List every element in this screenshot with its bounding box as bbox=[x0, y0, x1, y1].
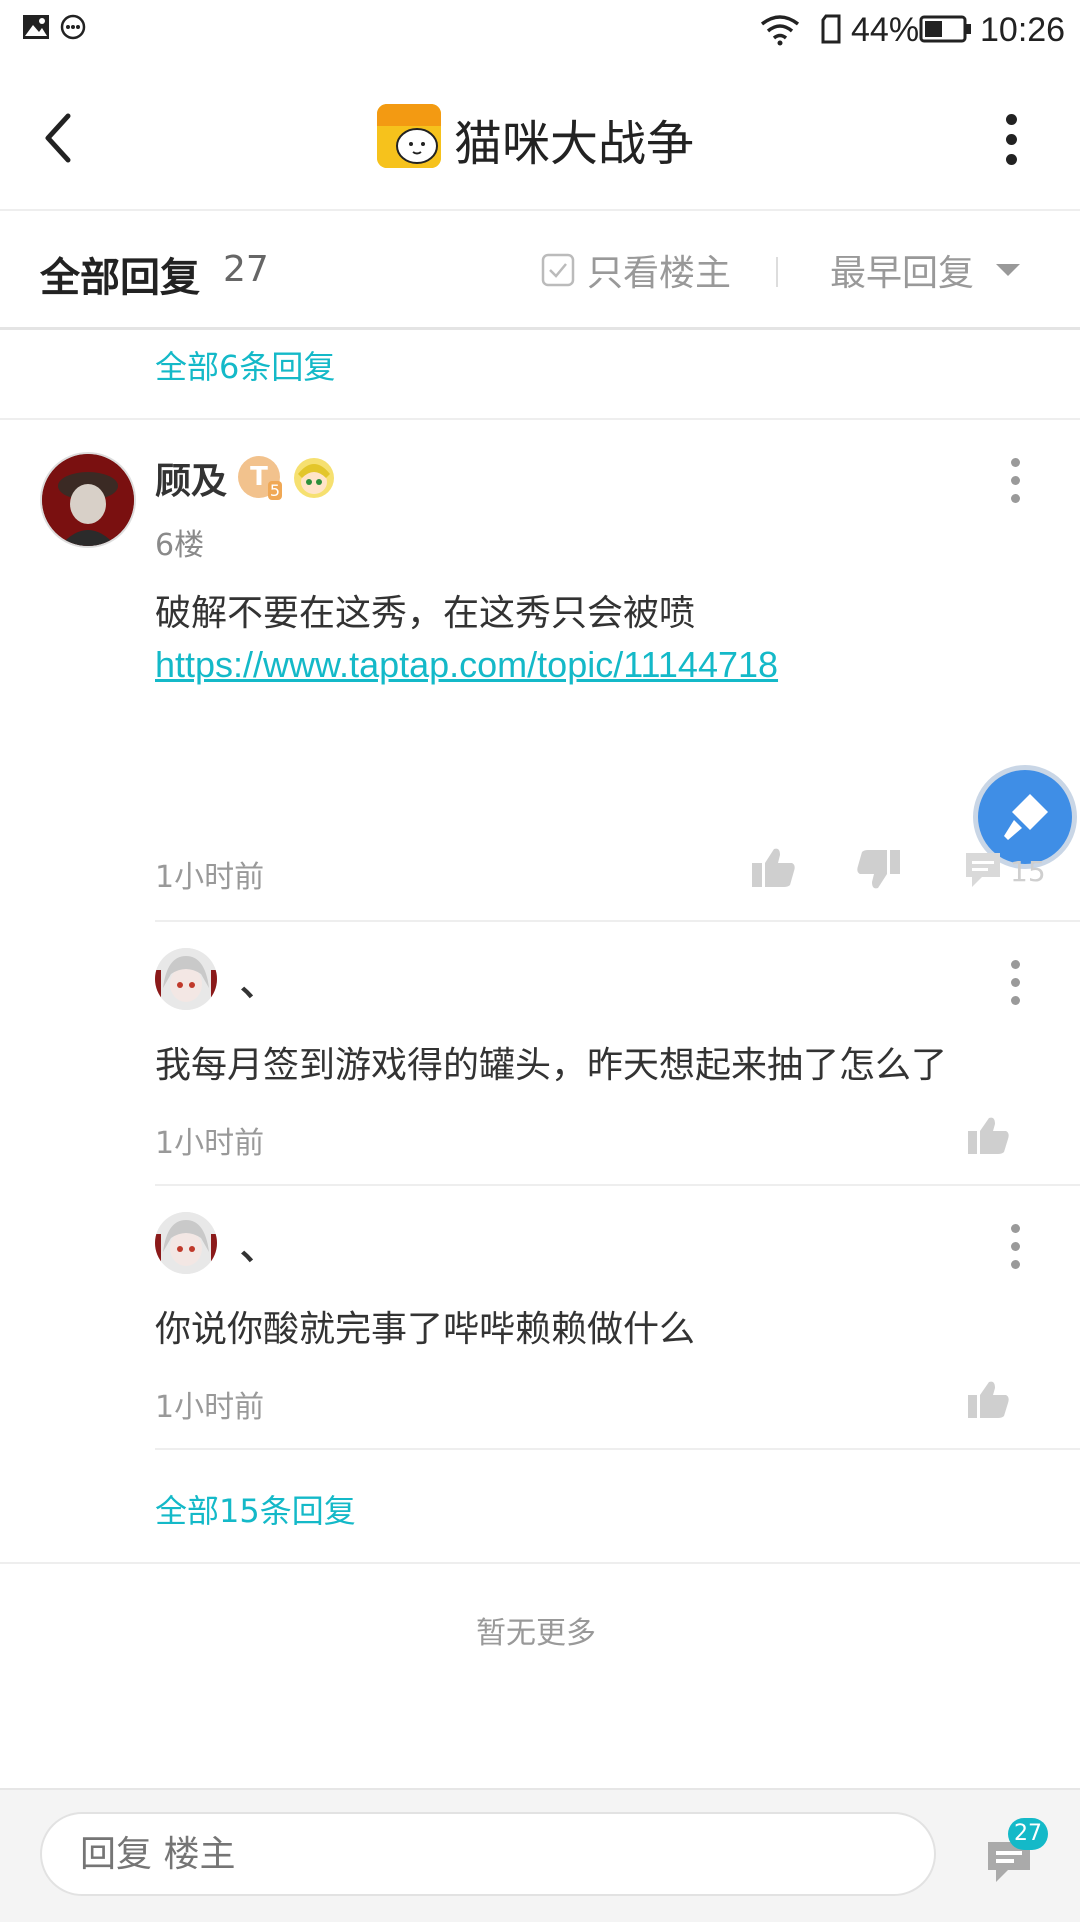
reply-bar: 27 bbox=[0, 1788, 1080, 1922]
previous-all-replies-link[interactable]: 全部6条回复 bbox=[155, 342, 335, 388]
status-bar: 44% 10:26 bbox=[0, 0, 1080, 64]
battery-icon bbox=[919, 15, 971, 43]
all-replies-link[interactable]: 全部15条回复 bbox=[155, 1486, 356, 1532]
game-logo-icon bbox=[377, 104, 441, 168]
all-replies-heading: 全部回复 bbox=[40, 255, 200, 301]
reply-more-options-icon[interactable] bbox=[1005, 1224, 1025, 1278]
page-title: 猫咪大战争 bbox=[454, 116, 695, 172]
thumbs-down-icon[interactable] bbox=[856, 848, 902, 892]
gallery-notification-icon bbox=[23, 15, 49, 39]
reply-filter-bar: 全部回复 27 只看楼主 最早回复 bbox=[0, 211, 1080, 330]
thumbs-up-icon[interactable] bbox=[750, 845, 796, 889]
level-badge: T 5 bbox=[238, 456, 282, 500]
post-username[interactable]: 顾及 bbox=[155, 452, 227, 504]
comment-icon[interactable] bbox=[962, 849, 1004, 889]
reply-avatar[interactable] bbox=[155, 948, 217, 1010]
post-time: 1小时前 bbox=[155, 860, 265, 895]
comment-count-badge-text: 27 bbox=[1014, 1821, 1042, 1846]
post-content: 破解不要在这秀，在这秀只会被喷 bbox=[155, 593, 696, 634]
reply-count: 27 bbox=[223, 249, 269, 290]
clock: 10:26 bbox=[980, 11, 1066, 49]
fan-badge-icon bbox=[294, 458, 334, 498]
reply-thumbs-up-icon[interactable] bbox=[966, 1378, 1010, 1420]
avatar[interactable] bbox=[40, 452, 136, 548]
reply-username[interactable]: 、 bbox=[240, 1218, 276, 1270]
reply-avatar[interactable] bbox=[155, 1212, 217, 1274]
section-divider bbox=[0, 418, 1080, 420]
chat-notification-icon bbox=[60, 14, 86, 40]
reply-divider bbox=[155, 1184, 1080, 1186]
reply-input[interactable] bbox=[40, 1812, 936, 1896]
only-author-toggle[interactable]: 只看楼主 bbox=[541, 245, 731, 295]
reply-time: 1小时前 bbox=[155, 1390, 265, 1425]
reply-username[interactable]: 、 bbox=[240, 954, 276, 1006]
sim-card-icon bbox=[821, 14, 841, 44]
comment-count-badge: 27 bbox=[1008, 1818, 1048, 1850]
post-link[interactable]: https://www.taptap.com/topic/11144718 bbox=[155, 644, 778, 686]
reply-more-options-icon[interactable] bbox=[1005, 960, 1025, 1014]
section-divider bbox=[0, 1562, 1080, 1564]
filter-divider bbox=[776, 257, 778, 287]
sort-label: 最早回复 bbox=[830, 253, 975, 294]
no-more-text: 暂无更多 bbox=[476, 1616, 596, 1651]
battery-percent: 44% bbox=[851, 11, 920, 49]
sort-dropdown[interactable]: 最早回复 bbox=[830, 245, 1022, 295]
reply-divider bbox=[155, 920, 1080, 922]
reply-time: 1小时前 bbox=[155, 1126, 265, 1161]
level-badge-letter: T bbox=[250, 462, 268, 492]
reply-content: 我每月签到游戏得的罐头，昨天想起来抽了怎么了 bbox=[155, 1045, 948, 1086]
only-author-label: 只看楼主 bbox=[587, 253, 732, 294]
reply-content: 你说你酸就完事了哔哔赖赖做什么 bbox=[155, 1309, 696, 1350]
more-options-icon[interactable] bbox=[1001, 114, 1021, 174]
post-more-options-icon[interactable] bbox=[1005, 458, 1025, 512]
back-icon[interactable] bbox=[38, 110, 78, 166]
top-nav-bar: 猫咪大战争 bbox=[0, 64, 1080, 211]
chevron-down-icon bbox=[996, 264, 1021, 276]
reply-divider bbox=[155, 1448, 1080, 1450]
wifi-icon bbox=[760, 15, 800, 46]
floor-number: 6楼 bbox=[155, 528, 205, 563]
comment-count[interactable]: 15 bbox=[1010, 855, 1046, 888]
level-badge-number: 5 bbox=[267, 481, 282, 500]
checkbox-icon[interactable] bbox=[541, 253, 575, 287]
reply-thumbs-up-icon[interactable] bbox=[966, 1114, 1010, 1156]
